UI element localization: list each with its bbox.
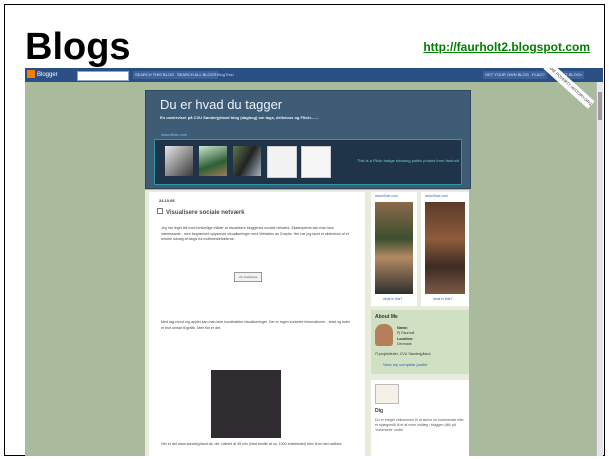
blogger-b-icon bbox=[27, 70, 35, 79]
blog-header: Du er hvad du tagger En underviser på CV… bbox=[145, 90, 471, 189]
post-title-text: Visualisere sociale netværk bbox=[166, 210, 245, 216]
profile-bio: IT-projektleder, CVU Sønderjylland. bbox=[375, 352, 432, 356]
flickr-sidebar-photos[interactable] bbox=[375, 202, 413, 294]
blogger-logo[interactable]: Blogger bbox=[27, 70, 65, 80]
post-image-crowd[interactable] bbox=[211, 370, 281, 438]
blog-description: En underviser på CVU Sønderjylland blog … bbox=[160, 115, 319, 120]
post-paragraph: Jeg har leget lidt med forskellige måder… bbox=[161, 226, 349, 241]
flickr-badge: www.flickr.com This is a Flickr badge sh… bbox=[154, 132, 462, 185]
dig-box: Dig Du er meget velkommen til at skrive … bbox=[371, 380, 469, 456]
dig-title: Dig bbox=[375, 408, 384, 414]
flickr-sidebar-label[interactable]: www.flickr.com bbox=[375, 194, 398, 198]
blog-page: 24.10.06 Visualisere sociale netværk Jeg… bbox=[145, 190, 469, 456]
flickr-label[interactable]: www.flickr.com bbox=[161, 132, 187, 137]
profile-location: Denmark bbox=[397, 342, 412, 346]
flickr-thumb[interactable] bbox=[267, 146, 297, 178]
navbar-search-input[interactable] bbox=[77, 71, 129, 81]
blog-post: 24.10.06 Visualisere sociale netværk Jeg… bbox=[149, 192, 365, 456]
slide: Blogs http://faurholt2.blogspot.com Blog… bbox=[4, 4, 605, 456]
post-inline-image[interactable]: Um brebbeuts bbox=[234, 272, 262, 282]
blog-title[interactable]: Du er hvad du tagger bbox=[160, 97, 282, 112]
search-this-blog-button[interactable]: SEARCH THIS BLOG bbox=[133, 71, 177, 79]
about-me-box: About Me Name: Pj Faurholt Location: Den… bbox=[371, 310, 469, 374]
flickr-sidebar-caption[interactable]: what is this? bbox=[433, 297, 452, 301]
flickr-sidebar-photos[interactable] bbox=[425, 202, 465, 294]
flag-button[interactable]: FLAG? bbox=[530, 71, 547, 79]
post-title[interactable]: Visualisere sociale netværk bbox=[157, 208, 245, 216]
slide-blog-link[interactable]: http://faurholt2.blogspot.com bbox=[423, 40, 590, 54]
dig-image[interactable] bbox=[375, 384, 399, 404]
square-bullet-icon bbox=[157, 208, 163, 214]
blogger-navbar: Blogger SEARCH THIS BLOG SEARCH ALL BLOG… bbox=[25, 68, 603, 82]
about-me-title: About Me bbox=[375, 314, 398, 320]
post-paragraph: Her er det www.sonderjylland.dk, der i t… bbox=[161, 442, 343, 446]
flickr-thumb[interactable] bbox=[301, 146, 331, 178]
post-paragraph: Med tag-cloud.org applet kan man lave hu… bbox=[161, 320, 351, 330]
profile-name: Pj Faurholt bbox=[397, 331, 415, 335]
blogger-logo-text: Blogger bbox=[37, 72, 58, 78]
blog-screenshot: Blogger SEARCH THIS BLOG SEARCH ALL BLOG… bbox=[25, 68, 603, 456]
flickr-badge-link[interactable]: This is a Flickr badge showing public ph… bbox=[357, 158, 459, 163]
avatar[interactable] bbox=[375, 324, 393, 346]
scroll-thumb[interactable] bbox=[598, 92, 602, 120]
flickr-thumb[interactable] bbox=[233, 146, 261, 176]
flickr-sidebar-badge: www.flickr.com what is this? bbox=[371, 192, 417, 306]
post-date: 24.10.06 bbox=[159, 198, 175, 203]
flickr-sidebar-caption[interactable]: what is this? bbox=[383, 297, 402, 301]
view-profile-link[interactable]: View my complete profile bbox=[383, 362, 427, 367]
search-all-blogs-button[interactable]: SEARCH ALL BLOGS bbox=[175, 71, 219, 79]
flickr-sidebar-label[interactable]: www.flickr.com bbox=[425, 194, 448, 198]
flickr-sidebar-badge: www.flickr.com what is this? bbox=[421, 192, 469, 306]
scrollbar[interactable] bbox=[596, 82, 603, 456]
get-own-blog-button[interactable]: GET YOUR OWN BLOG bbox=[483, 71, 531, 79]
flickr-thumb[interactable] bbox=[199, 146, 227, 176]
slide-title: Blogs bbox=[25, 26, 131, 68]
dig-text: Du er meget velkommen til at skrive en k… bbox=[375, 418, 464, 432]
flickr-thumb[interactable] bbox=[165, 146, 193, 176]
blogthis-link[interactable]: BlogThis! bbox=[217, 71, 234, 79]
